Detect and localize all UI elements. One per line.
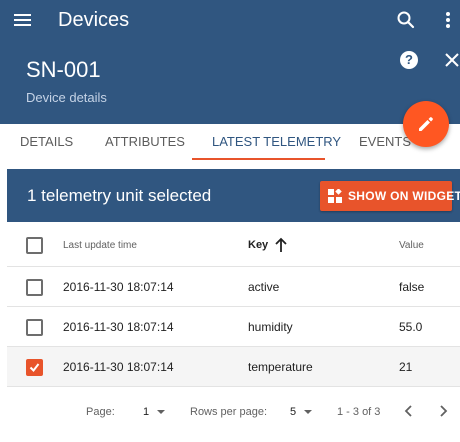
table-row[interactable]: 2016-11-30 18:07:14 active false: [7, 267, 460, 307]
widgets-icon: [328, 189, 342, 203]
cell-value: 21: [399, 360, 413, 374]
device-name: SN-001: [26, 57, 101, 82]
column-header-value[interactable]: Value: [399, 240, 424, 251]
tab-details[interactable]: DETAILS: [20, 124, 73, 164]
pagination-bar: Page: 1 Rows per page: 5 1 - 3 of 3: [7, 387, 460, 437]
cell-last-update-time: 2016-11-30 18:07:14: [63, 280, 174, 294]
telemetry-table: Last update time Key Value 2016-11-30 18…: [7, 222, 460, 442]
arrow-up-icon[interactable]: [274, 237, 288, 253]
rows-per-page-select[interactable]: 5: [290, 406, 313, 418]
chevron-down-icon: [157, 410, 166, 415]
tab-attributes[interactable]: ATTRIBUTES: [105, 124, 185, 164]
column-header-key[interactable]: Key: [248, 239, 268, 251]
check-icon: [29, 363, 40, 373]
row-checkbox[interactable]: [26, 319, 43, 336]
show-on-widget-button[interactable]: SHOW ON WIDGET: [320, 181, 460, 211]
cell-value: 55.0: [399, 320, 423, 334]
select-all-checkbox[interactable]: [26, 237, 43, 254]
cell-key: active: [248, 280, 280, 294]
table-row-selected[interactable]: 2016-11-30 18:07:14 temperature 21: [7, 347, 460, 387]
selection-count-text: 1 telemetry unit selected: [27, 186, 212, 205]
device-subtitle: Device details: [26, 90, 107, 105]
menu-icon[interactable]: [13, 10, 33, 30]
table-row[interactable]: 2016-11-30 18:07:14 humidity 55.0: [7, 307, 460, 347]
chevron-right-icon[interactable]: [435, 403, 451, 419]
rows-per-page-value: 5: [290, 406, 297, 418]
chevron-down-icon: [304, 410, 313, 415]
page-label: Page:: [86, 406, 115, 418]
selection-toolbar: 1 telemetry unit selected SHOW ON WIDGET: [7, 169, 460, 222]
top-app-bar: Devices: [0, 0, 460, 40]
column-header-last-update-time[interactable]: Last update time: [63, 240, 137, 251]
more-vert-icon[interactable]: [441, 10, 455, 30]
row-checkbox-checked[interactable]: [26, 359, 43, 376]
cell-key: temperature: [248, 360, 313, 374]
table-header-row: Last update time Key Value: [7, 222, 460, 267]
app-title: Devices: [58, 9, 130, 31]
tab-active-indicator: [192, 158, 325, 160]
device-header: SN-001 Device details ?: [0, 40, 460, 124]
cell-value: false: [399, 280, 425, 294]
edit-icon: [419, 117, 433, 131]
cell-last-update-time: 2016-11-30 18:07:14: [63, 320, 174, 334]
edit-fab-button[interactable]: [403, 101, 449, 147]
search-icon[interactable]: [396, 10, 416, 30]
tab-bar: DETAILS ATTRIBUTES LATEST TELEMETRY EVEN…: [0, 124, 460, 164]
chevron-left-icon[interactable]: [401, 403, 417, 419]
page-select-value: 1: [143, 406, 150, 418]
cell-key: humidity: [248, 320, 293, 334]
cell-last-update-time: 2016-11-30 18:07:14: [63, 360, 174, 374]
rows-per-page-label: Rows per page:: [190, 406, 268, 418]
pagination-range: 1 - 3 of 3: [337, 406, 381, 418]
close-icon[interactable]: [444, 52, 460, 68]
show-on-widget-label: SHOW ON WIDGET: [348, 189, 460, 203]
help-icon[interactable]: ?: [400, 51, 418, 69]
page-select[interactable]: 1: [143, 406, 166, 418]
row-checkbox[interactable]: [26, 279, 43, 296]
